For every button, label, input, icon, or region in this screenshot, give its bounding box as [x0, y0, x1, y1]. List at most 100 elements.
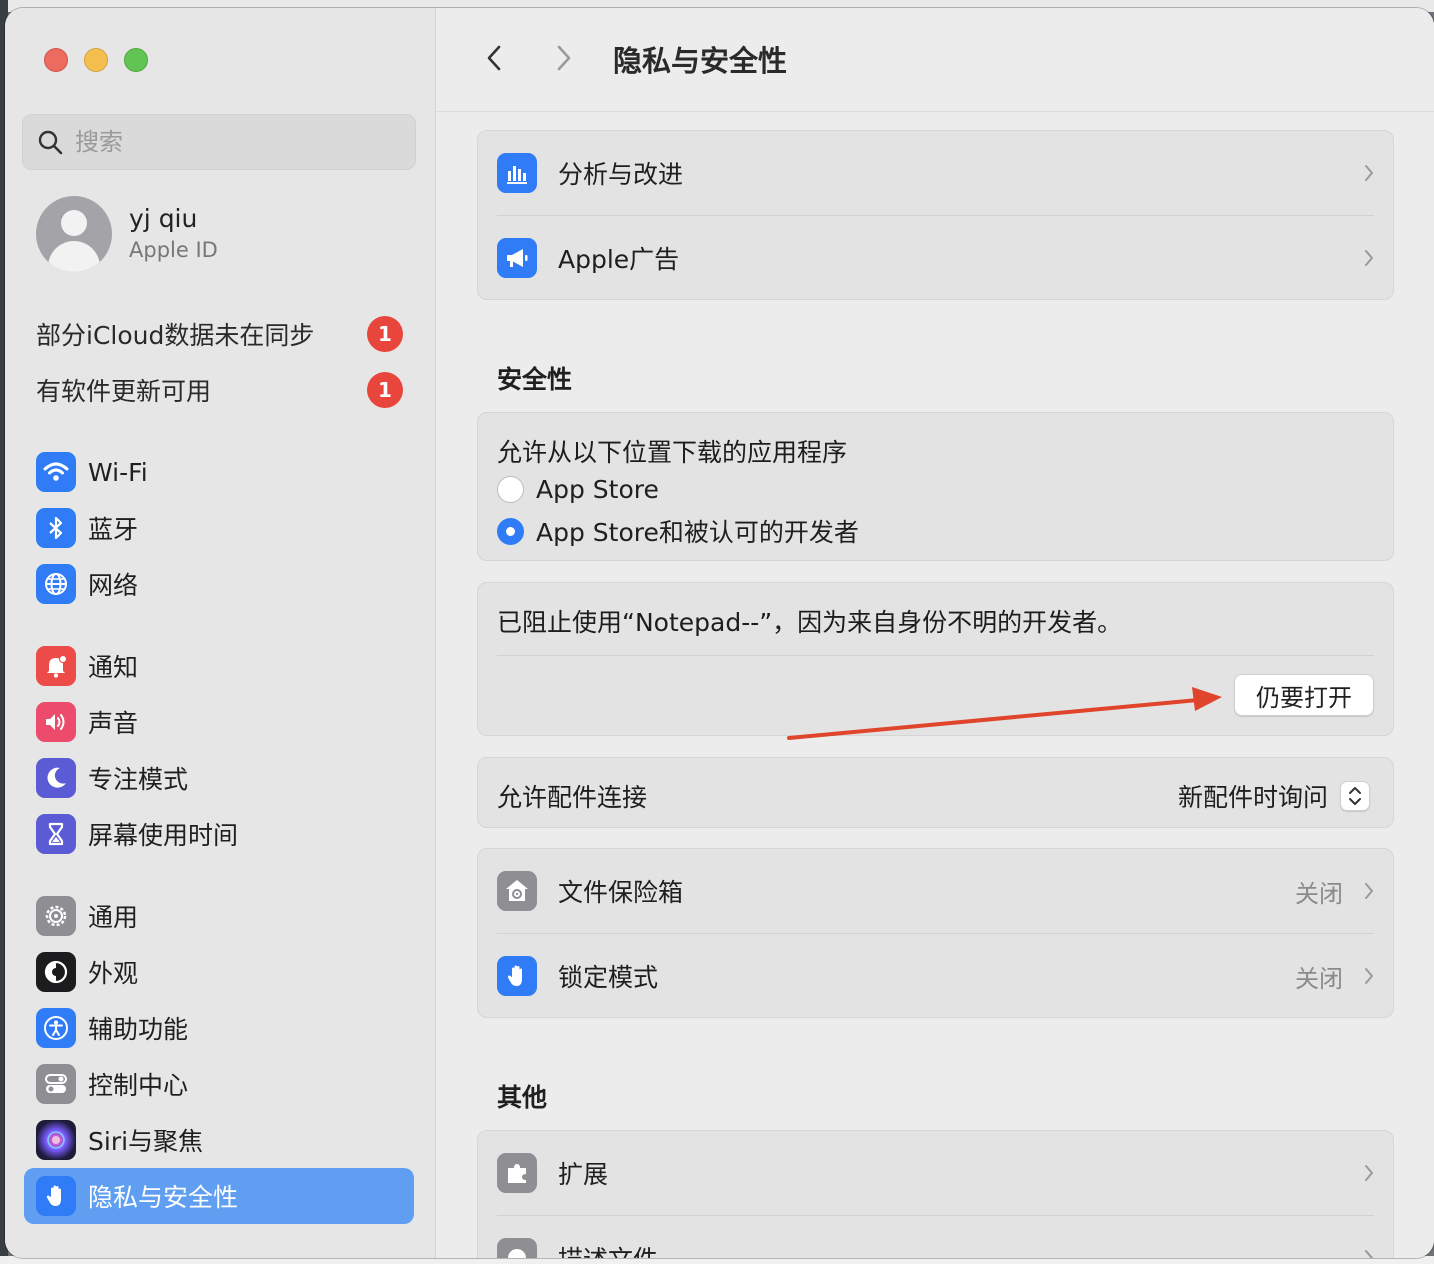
search-input[interactable]: [75, 128, 375, 156]
hand-icon: [36, 1176, 76, 1216]
software-update-notice[interactable]: 有软件更新可用 1: [36, 370, 406, 410]
sidebar-item-label: 通用: [88, 903, 139, 932]
sidebar-item-notifications[interactable]: 通知: [24, 638, 414, 694]
profiles-row[interactable]: 描述文件: [478, 1216, 1395, 1258]
hourglass-icon: [36, 814, 76, 854]
speaker-icon: [36, 702, 76, 742]
radio-app-store[interactable]: App Store: [497, 475, 659, 504]
download-source-title: 允许从以下位置下载的应用程序: [497, 438, 848, 467]
sidebar-item-label: 蓝牙: [88, 515, 139, 544]
sidebar-item-label: 屏幕使用时间: [88, 821, 239, 850]
accessories-popup[interactable]: 新配件时询问: [1178, 778, 1370, 814]
sidebar: yj qiu Apple ID 部分iCloud数据未在同步 1 有软件更新可用…: [5, 8, 436, 1258]
row-label: 锁定模式: [558, 963, 659, 992]
sidebar-item-accessibility[interactable]: 辅助功能: [24, 1000, 414, 1056]
gear-icon: [36, 896, 76, 936]
apple-ads-row[interactable]: Apple广告: [478, 216, 1395, 300]
sidebar-item-screen-time[interactable]: 屏幕使用时间: [24, 806, 414, 862]
sidebar-item-label: 专注模式: [88, 765, 189, 794]
radio-app-store-identified[interactable]: App Store和被认可的开发者: [497, 513, 859, 549]
radio-label: App Store: [536, 475, 659, 504]
close-window-button[interactable]: [44, 48, 68, 72]
radio-button-selected[interactable]: [497, 517, 524, 545]
chevron-right-icon: [1365, 165, 1373, 181]
sidebar-item-wifi[interactable]: Wi-Fi: [24, 444, 414, 500]
sidebar-item-label: 网络: [88, 571, 139, 600]
chevron-right-icon: [1365, 1250, 1373, 1258]
siri-icon: [36, 1120, 76, 1160]
zoom-window-button[interactable]: [124, 48, 148, 72]
sidebar-item-bluetooth[interactable]: 蓝牙: [24, 500, 414, 556]
chevron-right-icon: [1365, 250, 1373, 266]
sidebar-item-privacy-security[interactable]: 隐私与安全性: [24, 1168, 414, 1224]
divider: [497, 655, 1374, 656]
chevron-left-icon: [487, 45, 501, 71]
megaphone-icon: [497, 238, 537, 278]
chevron-right-icon: [1365, 968, 1373, 984]
app-download-card: 允许从以下位置下载的应用程序 App Store App Store和被认可的开…: [477, 412, 1394, 561]
row-label: 扩展: [558, 1160, 609, 1189]
main-content: 隐私与安全性 分析与改进 Apple广告 安全性 允许从以下位置下载的应用程序 …: [436, 8, 1434, 1258]
minimize-window-button[interactable]: [84, 48, 108, 72]
sidebar-item-control-center[interactable]: 控制中心: [24, 1056, 414, 1112]
sidebar-item-label: 通知: [88, 653, 139, 682]
apple-id-account[interactable]: yj qiu Apple ID: [36, 196, 218, 272]
filevault-row[interactable]: 文件保险箱 关闭: [478, 849, 1395, 933]
toggles-icon: [36, 1064, 76, 1104]
chevron-right-icon: [557, 45, 571, 71]
analytics-row[interactable]: 分析与改进: [478, 131, 1395, 215]
wifi-icon: [36, 452, 76, 492]
filevault-lockdown-card: 文件保险箱 关闭 锁定模式 关闭: [477, 848, 1394, 1018]
forward-button[interactable]: [546, 40, 582, 76]
analytics-ads-card: 分析与改进 Apple广告: [477, 130, 1394, 300]
other-card: 扩展 描述文件: [477, 1130, 1394, 1258]
sidebar-item-label: 辅助功能: [88, 1015, 189, 1044]
sidebar-item-siri[interactable]: Siri与聚焦: [24, 1112, 414, 1168]
moon-icon: [36, 758, 76, 798]
search-field[interactable]: [22, 114, 416, 170]
search-icon: [38, 130, 63, 155]
sidebar-item-label: 外观: [88, 959, 139, 988]
sidebar-item-network[interactable]: 网络: [24, 556, 414, 612]
row-value: 关闭: [1295, 879, 1343, 908]
accessibility-icon: [36, 1008, 76, 1048]
avatar: [36, 196, 112, 272]
settings-window: yj qiu Apple ID 部分iCloud数据未在同步 1 有软件更新可用…: [5, 8, 1434, 1258]
vault-icon: [497, 871, 537, 911]
bluetooth-icon: [36, 508, 76, 548]
blocked-app-message: 已阻止使用“Notepad--”，因为来自身份不明的开发者。: [497, 608, 1123, 637]
open-anyway-button[interactable]: 仍要打开: [1234, 674, 1374, 716]
sidebar-item-general[interactable]: 通用: [24, 888, 414, 944]
security-heading: 安全性: [497, 365, 573, 394]
popup-value: 新配件时询问: [1177, 783, 1328, 812]
sidebar-item-focus[interactable]: 专注模式: [24, 750, 414, 806]
sidebar-item-label: 声音: [88, 709, 139, 738]
notice-label: 有软件更新可用: [36, 377, 212, 406]
chevron-right-icon: [1365, 1165, 1373, 1181]
icloud-sync-notice[interactable]: 部分iCloud数据未在同步 1: [36, 314, 406, 354]
globe-icon: [36, 564, 76, 604]
row-label: 文件保险箱: [558, 878, 684, 907]
notification-badge: 1: [367, 372, 403, 408]
sidebar-item-label: Siri与聚焦: [88, 1127, 204, 1156]
radio-label: App Store和被认可的开发者: [536, 518, 859, 547]
extensions-row[interactable]: 扩展: [478, 1131, 1395, 1215]
chevron-right-icon: [1365, 883, 1373, 899]
account-name: yj qiu: [129, 204, 198, 233]
chevron-up-down-icon: [1340, 781, 1370, 811]
accessories-card: 允许配件连接 新配件时询问: [477, 757, 1394, 828]
sidebar-item-label: 控制中心: [88, 1071, 189, 1100]
toolbar: 隐私与安全性: [436, 8, 1434, 112]
page-title: 隐私与安全性: [613, 44, 788, 78]
row-label: 描述文件: [558, 1240, 658, 1258]
sidebar-item-appearance[interactable]: 外观: [24, 944, 414, 1000]
back-button[interactable]: [476, 40, 512, 76]
sidebar-item-sound[interactable]: 声音: [24, 694, 414, 750]
sidebar-item-label: Wi-Fi: [88, 457, 148, 487]
sidebar-item-label: 隐私与安全性: [88, 1183, 239, 1212]
hand-icon: [497, 956, 537, 996]
lockdown-mode-row[interactable]: 锁定模式 关闭: [478, 934, 1395, 1018]
radio-button[interactable]: [497, 476, 524, 503]
row-value: 关闭: [1295, 964, 1343, 993]
notification-badge: 1: [367, 316, 403, 352]
